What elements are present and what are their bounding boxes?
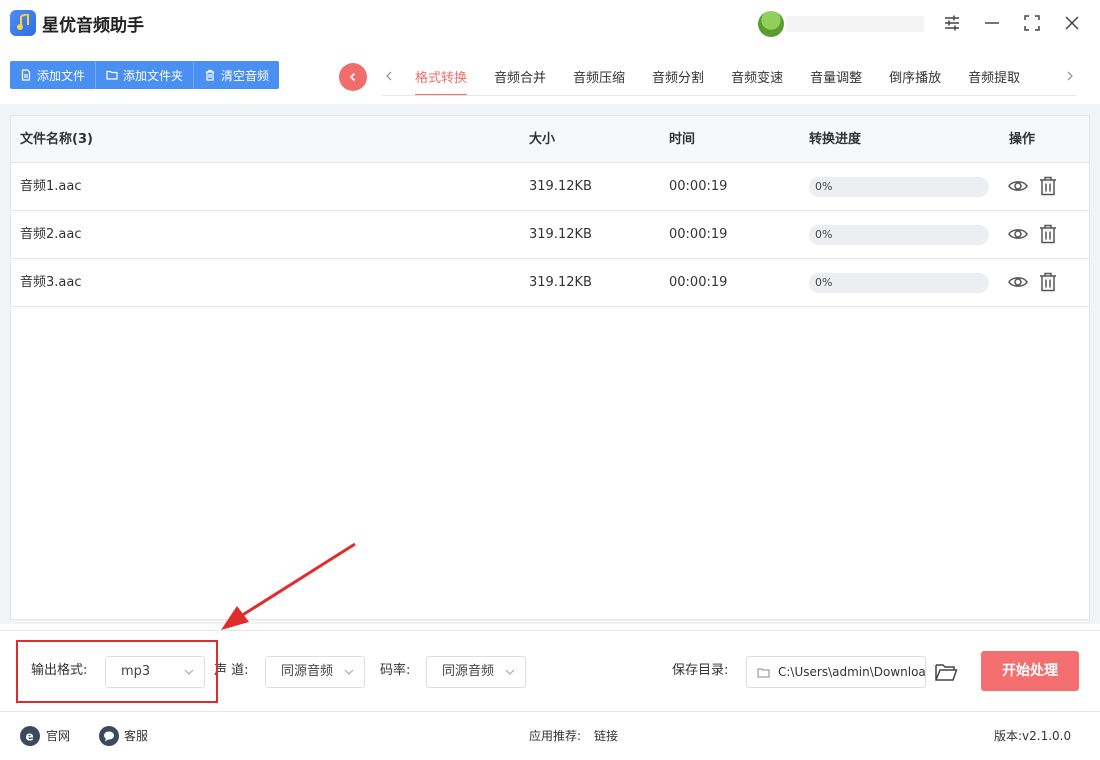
version-text: 版本:v2.1.0.0 bbox=[994, 729, 1072, 743]
add-file-button[interactable]: 添加文件 bbox=[10, 61, 97, 89]
highlight-annotation-box bbox=[16, 640, 218, 703]
chevron-down-icon bbox=[344, 669, 354, 675]
website-link[interactable]: 官网 bbox=[46, 712, 70, 760]
folder-icon bbox=[106, 70, 118, 80]
header-size: 大小 bbox=[529, 132, 556, 147]
add-folder-label: 添加文件夹 bbox=[123, 68, 184, 83]
progress-bar: 0% bbox=[809, 273, 989, 293]
recommend-link[interactable]: 链接 bbox=[594, 712, 618, 760]
support-link[interactable]: 客服 bbox=[124, 712, 148, 760]
file-size-cell: 319.12KB bbox=[529, 275, 592, 290]
table-row[interactable]: 音频1.aac 319.12KB 00:00:19 0% bbox=[11, 163, 1089, 211]
tabs-prev-icon[interactable] bbox=[382, 66, 396, 86]
tabs-next-icon[interactable] bbox=[1063, 66, 1077, 86]
channel-select[interactable]: 同源音频 bbox=[265, 656, 365, 688]
start-process-button[interactable]: 开始处理 bbox=[981, 651, 1079, 691]
progress-bar: 0% bbox=[809, 177, 989, 197]
close-icon[interactable] bbox=[1061, 12, 1083, 34]
file-size-cell: 319.12KB bbox=[529, 227, 592, 242]
preview-eye-icon[interactable] bbox=[1007, 223, 1029, 245]
preview-eye-icon[interactable] bbox=[1007, 271, 1029, 293]
clear-audio-button[interactable]: 清空音频 bbox=[194, 61, 280, 89]
app-title: 星优音频助手 bbox=[42, 16, 144, 36]
table-row[interactable]: 音频2.aac 319.12KB 00:00:19 0% bbox=[11, 211, 1089, 259]
file-toolbar: 添加文件 添加文件夹 清空音频 bbox=[10, 61, 280, 89]
collapse-sidebar-button[interactable] bbox=[339, 63, 367, 91]
delete-trash-icon[interactable] bbox=[1037, 175, 1059, 197]
folder-icon bbox=[757, 668, 770, 678]
file-size-cell: 319.12KB bbox=[529, 179, 592, 194]
function-tabs: 格式转换 音频合并 音频压缩 音频分割 音频变速 音量调整 倒序播放 音频提取 bbox=[415, 60, 1047, 96]
minimize-icon[interactable] bbox=[981, 12, 1003, 34]
delete-trash-icon[interactable] bbox=[1037, 223, 1059, 245]
tab-audio-extract[interactable]: 音频提取 bbox=[968, 60, 1020, 96]
tab-volume-adjust[interactable]: 音量调整 bbox=[810, 60, 862, 96]
chevron-down-icon bbox=[505, 669, 515, 675]
header-actions: 操作 bbox=[1009, 132, 1036, 147]
svg-text:e: e bbox=[26, 730, 34, 744]
progress-bar: 0% bbox=[809, 225, 989, 245]
table-row[interactable]: 音频3.aac 319.12KB 00:00:19 0% bbox=[11, 259, 1089, 307]
maximize-icon[interactable] bbox=[1021, 12, 1043, 34]
title-bar: 星优音频助手 bbox=[0, 0, 1100, 48]
open-folder-icon[interactable] bbox=[934, 661, 958, 683]
file-name-cell: 音频1.aac bbox=[20, 179, 82, 194]
header-time: 时间 bbox=[669, 132, 696, 147]
annotation-arrow bbox=[221, 542, 356, 630]
channel-value: 同源音频 bbox=[281, 664, 334, 679]
tabs-divider bbox=[382, 95, 1076, 96]
delete-trash-icon[interactable] bbox=[1037, 271, 1059, 293]
trash-icon bbox=[206, 69, 215, 81]
tab-audio-merge[interactable]: 音频合并 bbox=[494, 60, 546, 96]
music-note-icon bbox=[17, 14, 29, 30]
header-file-name: 文件名称(3) bbox=[20, 132, 93, 147]
add-folder-button[interactable]: 添加文件夹 bbox=[96, 61, 195, 89]
preview-eye-icon[interactable] bbox=[1007, 175, 1029, 197]
file-time-cell: 00:00:19 bbox=[669, 227, 728, 242]
bitrate-value: 同源音频 bbox=[442, 664, 495, 679]
file-icon bbox=[21, 69, 31, 81]
save-dir-label: 保存目录: bbox=[672, 663, 729, 678]
tab-audio-split[interactable]: 音频分割 bbox=[652, 60, 704, 96]
bitrate-select[interactable]: 同源音频 bbox=[426, 656, 526, 688]
user-name-placeholder bbox=[786, 16, 924, 32]
save-dir-value: C:\Users\admin\Downloads bbox=[778, 665, 926, 679]
progress-text: 0% bbox=[815, 180, 833, 193]
settings-sliders-icon[interactable] bbox=[941, 12, 963, 34]
tab-audio-speed[interactable]: 音频变速 bbox=[731, 60, 783, 96]
status-footer: e 官网 客服 应用推荐: 链接 版本:v2.1.0.0 bbox=[0, 712, 1100, 760]
file-name-cell: 音频2.aac bbox=[20, 227, 82, 242]
file-time-cell: 00:00:19 bbox=[669, 179, 728, 194]
avatar[interactable] bbox=[758, 11, 784, 37]
app-logo bbox=[10, 10, 36, 36]
table-header: 文件名称(3) 大小 时间 转换进度 操作 bbox=[11, 116, 1089, 163]
header-progress: 转换进度 bbox=[809, 132, 862, 147]
progress-text: 0% bbox=[815, 276, 833, 289]
website-e-icon: e bbox=[20, 726, 40, 746]
tab-reverse-play[interactable]: 倒序播放 bbox=[889, 60, 941, 96]
clear-audio-label: 清空音频 bbox=[221, 68, 270, 83]
tab-format-convert[interactable]: 格式转换 bbox=[415, 60, 468, 96]
chat-bubble-icon bbox=[99, 726, 119, 746]
file-table: 文件名称(3) 大小 时间 转换进度 操作 音频1.aac 319.12KB 0… bbox=[10, 115, 1090, 620]
chevron-left-icon bbox=[349, 72, 356, 82]
tab-audio-compress[interactable]: 音频压缩 bbox=[573, 60, 625, 96]
progress-text: 0% bbox=[815, 228, 833, 241]
add-file-label: 添加文件 bbox=[37, 68, 86, 83]
channel-label: 声 道: bbox=[214, 663, 249, 678]
recommend-label: 应用推荐: bbox=[529, 729, 582, 743]
save-dir-input[interactable]: C:\Users\admin\Downloads bbox=[746, 656, 926, 688]
bitrate-label: 码率: bbox=[380, 663, 411, 678]
file-name-cell: 音频3.aac bbox=[20, 275, 82, 290]
file-time-cell: 00:00:19 bbox=[669, 275, 728, 290]
